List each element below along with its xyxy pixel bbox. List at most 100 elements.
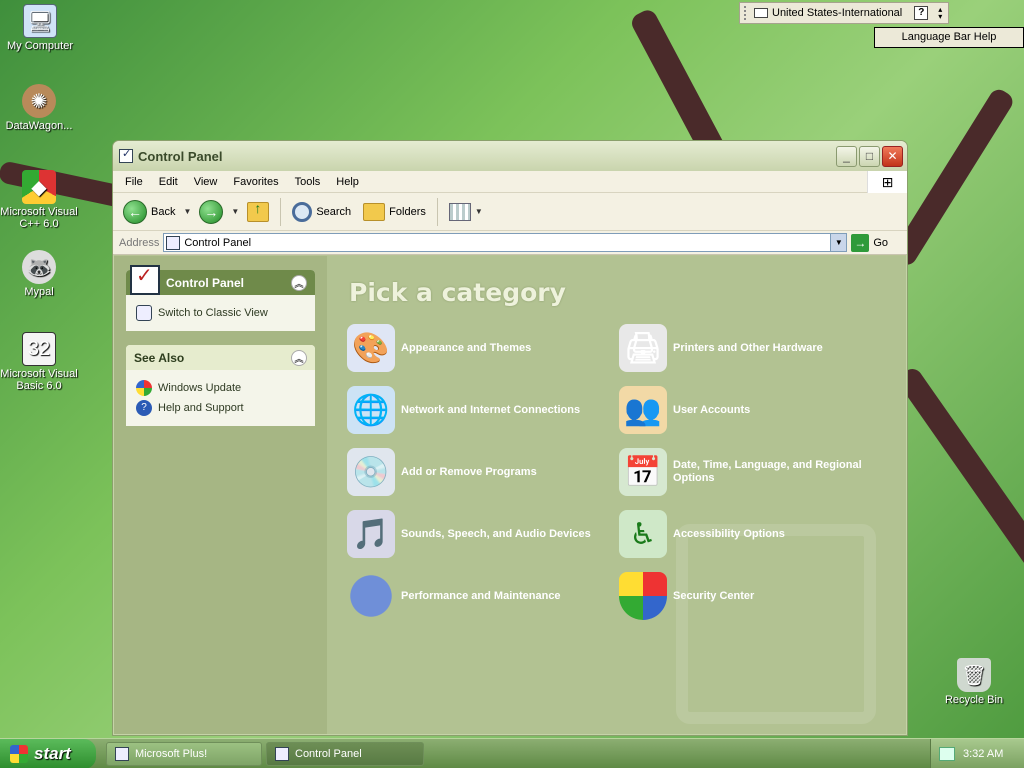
maximize-button[interactable]: □ — [859, 145, 880, 167]
back-dropdown-icon[interactable]: ▼ — [183, 207, 191, 216]
window-title: Control Panel — [138, 148, 223, 164]
menu-bar: File Edit View Favorites Tools Help ⊞ — [113, 171, 907, 193]
switch-to-classic-view-label: Switch to Classic View — [158, 307, 268, 319]
network-globe-icon: 🌐 — [347, 386, 395, 434]
views-dropdown-icon: ▼ — [474, 207, 483, 216]
menu-favorites[interactable]: Favorites — [225, 176, 286, 188]
control-panel-icon — [119, 147, 133, 163]
forward-arrow-icon: → — [199, 199, 224, 224]
computer-icon: 🖥 — [23, 4, 57, 38]
help-and-support-link[interactable]: ? Help and Support — [136, 398, 305, 418]
minimize-button[interactable]: _ — [836, 145, 857, 167]
toolbar-separator — [436, 197, 438, 226]
category-accessibility-options[interactable]: ♿ Accessibility Options — [619, 510, 891, 558]
performance-pie-icon — [347, 572, 395, 620]
category-performance-and-maintenance[interactable]: Performance and Maintenance — [347, 572, 619, 620]
taskbar: start Microsoft Plus! Control Panel 3:32… — [0, 738, 1024, 768]
go-arrow-icon: → — [851, 233, 870, 252]
collapse-chevron-icon[interactable]: ︽ — [291, 274, 307, 291]
help-and-support-label: Help and Support — [158, 402, 244, 414]
start-label: start — [34, 743, 71, 763]
help-icon: ? — [136, 400, 152, 416]
switch-to-classic-view-link[interactable]: Switch to Classic View — [136, 303, 305, 323]
classic-view-icon — [136, 305, 152, 321]
menu-file[interactable]: File — [117, 176, 151, 188]
category-user-accounts[interactable]: 👥 User Accounts — [619, 386, 891, 434]
microsoft-plus-icon — [115, 746, 129, 761]
network-tray-icon[interactable] — [939, 746, 955, 761]
clock[interactable]: 3:32 AM — [963, 748, 1003, 760]
menu-view[interactable]: View — [186, 176, 226, 188]
desktop-icon-visual-cpp[interactable]: ◆ Microsoft Visual C++ 6.0 — [0, 170, 79, 230]
language-bar[interactable]: United States-International ? ▴ ▾ — [739, 2, 949, 24]
desktop-icon-visual-basic[interactable]: 32 Microsoft Visual Basic 6.0 — [0, 332, 79, 392]
taskbar-item-control-panel[interactable]: Control Panel — [266, 741, 424, 766]
category-network-and-internet[interactable]: 🌐 Network and Internet Connections — [347, 386, 619, 434]
background-branch — [895, 365, 1024, 576]
category-pane: Pick a category 🎨 Appearance and Themes … — [327, 256, 906, 734]
start-button[interactable]: start — [0, 738, 96, 768]
see-also-header[interactable]: See Also ︽ — [126, 345, 315, 370]
close-button[interactable]: ✕ — [882, 145, 903, 167]
views-button[interactable]: ▼ — [445, 201, 487, 223]
forward-button[interactable]: → — [195, 198, 227, 226]
windows-update-link[interactable]: Windows Update — [136, 378, 305, 398]
control-panel-box-title: Control Panel — [166, 275, 245, 290]
search-button[interactable]: Search — [288, 200, 355, 224]
control-panel-large-icon — [130, 263, 160, 295]
menu-edit[interactable]: Edit — [151, 176, 186, 188]
recycle-bin-icon: 🗑 — [957, 658, 991, 692]
category-grid: 🎨 Appearance and Themes 🖨 Printers and O… — [347, 324, 907, 620]
forward-dropdown-icon[interactable]: ▼ — [231, 207, 239, 216]
desktop-icon-datawagon[interactable]: ✺ DataWagon... — [0, 84, 79, 132]
search-icon — [292, 201, 313, 222]
language-bar-options-icon[interactable]: ▴ ▾ — [938, 6, 942, 21]
control-panel-box-header[interactable]: Control Panel ︽ — [126, 263, 315, 295]
up-folder-icon — [247, 200, 270, 222]
visual-cpp-icon: ◆ — [22, 170, 56, 204]
go-button[interactable]: → Go — [851, 233, 889, 252]
control-panel-small-icon — [275, 746, 289, 761]
folders-button[interactable]: Folders — [359, 201, 430, 223]
title-bar[interactable]: Control Panel _ □ ✕ — [113, 141, 907, 171]
category-date-time-language-regional[interactable]: 📅 Date, Time, Language, and Regional Opt… — [619, 448, 891, 496]
user-accounts-icon: 👥 — [619, 386, 667, 434]
address-field[interactable]: Control Panel ▼ — [163, 233, 848, 252]
pick-a-category-heading: Pick a category — [349, 278, 566, 307]
category-appearance-and-themes[interactable]: 🎨 Appearance and Themes — [347, 324, 619, 372]
sounds-icon: 🎵 — [347, 510, 395, 558]
taskbar-item-label: Microsoft Plus! — [135, 747, 208, 760]
menu-help[interactable]: Help — [328, 176, 367, 188]
desktop-icon-recycle-bin[interactable]: 🗑 Recycle Bin — [934, 658, 1014, 706]
control-panel-window: Control Panel _ □ ✕ File Edit View Favor… — [112, 140, 908, 736]
language-label[interactable]: United States-International — [772, 7, 902, 19]
category-printers-and-other-hardware[interactable]: 🖨 Printers and Other Hardware — [619, 324, 891, 372]
windows-update-icon — [136, 380, 152, 396]
collapse-chevron-icon[interactable]: ︽ — [291, 349, 307, 366]
desktop-icon-mypal[interactable]: 🦝 Mypal — [0, 250, 79, 298]
shortcut-icon: ✺ — [22, 84, 56, 118]
windows-logo-icon: ⊞ — [867, 171, 907, 193]
appearance-icon: 🎨 — [347, 324, 395, 372]
address-dropdown-icon[interactable]: ▼ — [830, 234, 847, 251]
back-button[interactable]: ← Back — [119, 198, 179, 226]
go-label: Go — [873, 236, 889, 249]
mypal-icon: 🦝 — [22, 250, 56, 284]
visual-basic-icon: 32 — [22, 332, 56, 366]
menu-tools[interactable]: Tools — [287, 176, 329, 188]
printer-icon: 🖨 — [619, 324, 667, 372]
up-folder-button[interactable] — [243, 200, 273, 224]
language-bar-help-button[interactable]: ? — [914, 6, 929, 20]
taskbar-item-microsoft-plus[interactable]: Microsoft Plus! — [106, 741, 262, 766]
category-sounds-speech-audio[interactable]: 🎵 Sounds, Speech, and Audio Devices — [347, 510, 619, 558]
grip-handle[interactable] — [744, 6, 750, 20]
control-panel-box: Control Panel ︽ Switch to Classic View — [126, 263, 315, 331]
date-time-globe-icon: 📅 — [619, 448, 667, 496]
category-security-center[interactable]: Security Center — [619, 572, 891, 620]
folders-icon — [363, 202, 386, 221]
desktop-icon-my-computer[interactable]: 🖥 My Computer — [0, 4, 80, 52]
windows-flag-icon — [10, 744, 28, 763]
category-add-or-remove-programs[interactable]: 💿 Add or Remove Programs — [347, 448, 619, 496]
background-branch — [889, 86, 1017, 269]
language-bar-tooltip: Language Bar Help — [874, 27, 1024, 48]
